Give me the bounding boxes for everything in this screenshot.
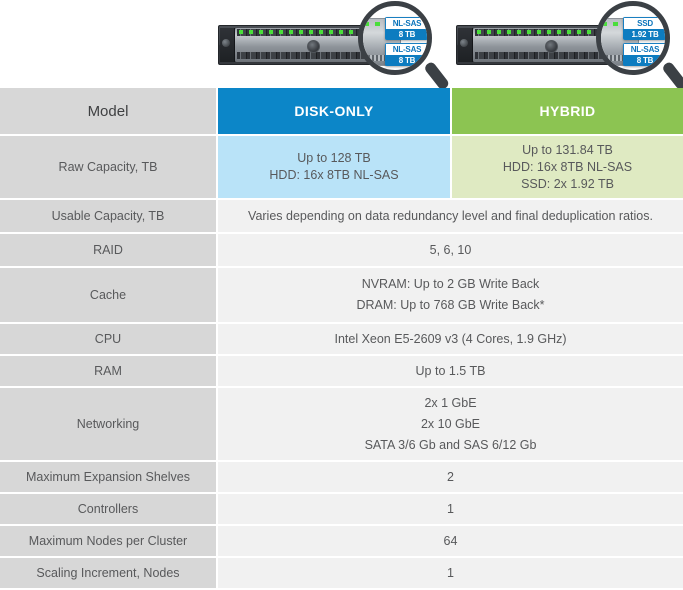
cell-line: HDD: 16x 8TB NL-SAS [502,159,633,174]
drive-badge-type: NL-SAS [385,43,427,55]
cell-line: DRAM: Up to 768 GB Write Back* [356,298,545,312]
column-header-disk-only: DISK-ONLY [218,88,450,134]
cell-line: Intel Xeon E5-2609 v3 (4 Cores, 1.9 GHz) [334,331,567,346]
cell-line: 2 [447,469,454,484]
table-header-row: Model DISK-ONLY HYBRID [0,88,683,134]
table-row: Maximum Nodes per Cluster 64 [0,526,683,556]
drive-badge: NL-SAS 8 TB [385,17,427,40]
cell-value: 1 [218,494,683,524]
cell-disk-only-raw-capacity: Up to 128 TB HDD: 16x 8TB NL-SAS [218,136,450,198]
table-row: CPU Intel Xeon E5-2609 v3 (4 Cores, 1.9 … [0,324,683,354]
cell-line: SSD: 2x 1.92 TB [521,176,614,191]
cell-line: Up to 131.84 TB [522,142,613,157]
cell-line: HDD: 16x 8TB NL-SAS [269,168,399,182]
cell-hybrid-raw-capacity: Up to 131.84 TB HDD: 16x 8TB NL-SAS SSD:… [452,136,683,198]
column-header-model: Model [0,88,216,134]
appliance-disk-only-illustration: NL-SAS 8 TB NL-SAS 8 TB [214,0,457,92]
magnifier-lens: NL-SAS 8 TB NL-SAS 8 TB [358,1,432,75]
row-label: Cache [0,268,216,322]
cell-line: Up to 1.5 TB [415,363,486,378]
row-label: CPU [0,324,216,354]
magnifier-handle [423,60,451,92]
cell-line: Varies depending on data redundancy leve… [248,208,653,223]
drive-badge-capacity: 1.92 TB [623,29,665,40]
cell-line: 1 [447,565,454,580]
drive-badge-type: SSD [623,17,665,29]
row-label: RAM [0,356,216,386]
cell-line: SATA 3/6 Gb and SAS 6/12 Gb [364,437,537,452]
magnifier-icon-hybrid: SSD 1.92 TB NL-SAS 8 TB [596,1,683,93]
drive-badge-type: NL-SAS [385,17,427,29]
column-header-hybrid: HYBRID [452,88,683,134]
table-row: Scaling Increment, Nodes 1 [0,558,683,588]
cell-value: Intel Xeon E5-2609 v3 (4 Cores, 1.9 GHz) [218,324,683,354]
table-row-raw-capacity: Raw Capacity, TB Up to 128 TB HDD: 16x 8… [0,136,683,198]
table-row: Controllers 1 [0,494,683,524]
cell-line: 64 [443,533,458,548]
row-label: Raw Capacity, TB [0,136,216,198]
cell-line: 2x 10 GbE [420,416,481,431]
row-label: Scaling Increment, Nodes [0,558,216,588]
table-row: Cache NVRAM: Up to 2 GB Write Back DRAM:… [0,268,683,322]
drive-badge: SSD 1.92 TB [623,17,665,40]
table-row: RAM Up to 1.5 TB [0,356,683,386]
drive-badge-capacity: 8 TB [385,29,427,40]
cell-line: 1 [447,501,454,516]
server-power-button-icon [307,40,320,53]
table-row: Usable Capacity, TB Varies depending on … [0,200,683,232]
appliance-hybrid-illustration: SSD 1.92 TB NL-SAS 8 TB [452,0,683,92]
magnifier-icon-disk-only: NL-SAS 8 TB NL-SAS 8 TB [358,1,451,93]
server-power-button-icon [545,40,558,53]
cell-value: 2 [218,462,683,492]
cell-value: 5, 6, 10 [218,234,683,266]
row-label: Controllers [0,494,216,524]
cell-line: Up to 128 TB [297,151,371,165]
row-label: Maximum Expansion Shelves [0,462,216,492]
server-knob-icon [460,39,468,47]
row-label: Maximum Nodes per Cluster [0,526,216,556]
row-label: Networking [0,388,216,460]
cell-line: 2x 1 GbE [424,395,477,410]
drive-badge: NL-SAS 8 TB [623,43,665,66]
cell-line: 5, 6, 10 [429,242,472,257]
table-row: Maximum Expansion Shelves 2 [0,462,683,492]
drive-badge-type: NL-SAS [623,43,665,55]
drive-badge: NL-SAS 8 TB [385,43,427,66]
table-row: RAID 5, 6, 10 [0,234,683,266]
cell-line: NVRAM: Up to 2 GB Write Back [361,277,540,291]
specification-table: Model DISK-ONLY HYBRID Raw Capacity, TB … [0,88,683,590]
cell-value: 64 [218,526,683,556]
drive-badge-capacity: 8 TB [623,55,665,66]
cell-value: Up to 1.5 TB [218,356,683,386]
table-row: Networking 2x 1 GbE 2x 10 GbE SATA 3/6 G… [0,388,683,460]
cell-value: 2x 1 GbE 2x 10 GbE SATA 3/6 Gb and SAS 6… [218,388,683,460]
drive-badge-capacity: 8 TB [385,55,427,66]
row-label: RAID [0,234,216,266]
cell-value: Varies depending on data redundancy leve… [218,200,683,232]
row-label: Usable Capacity, TB [0,200,216,232]
magnifier-lens: SSD 1.92 TB NL-SAS 8 TB [596,1,670,75]
server-knob-icon [222,39,230,47]
cell-value: 1 [218,558,683,588]
cell-value: NVRAM: Up to 2 GB Write Back DRAM: Up to… [218,268,683,322]
appliance-hero-band: NL-SAS 8 TB NL-SAS 8 TB SSD 1.92 TB NL-S… [0,0,683,92]
